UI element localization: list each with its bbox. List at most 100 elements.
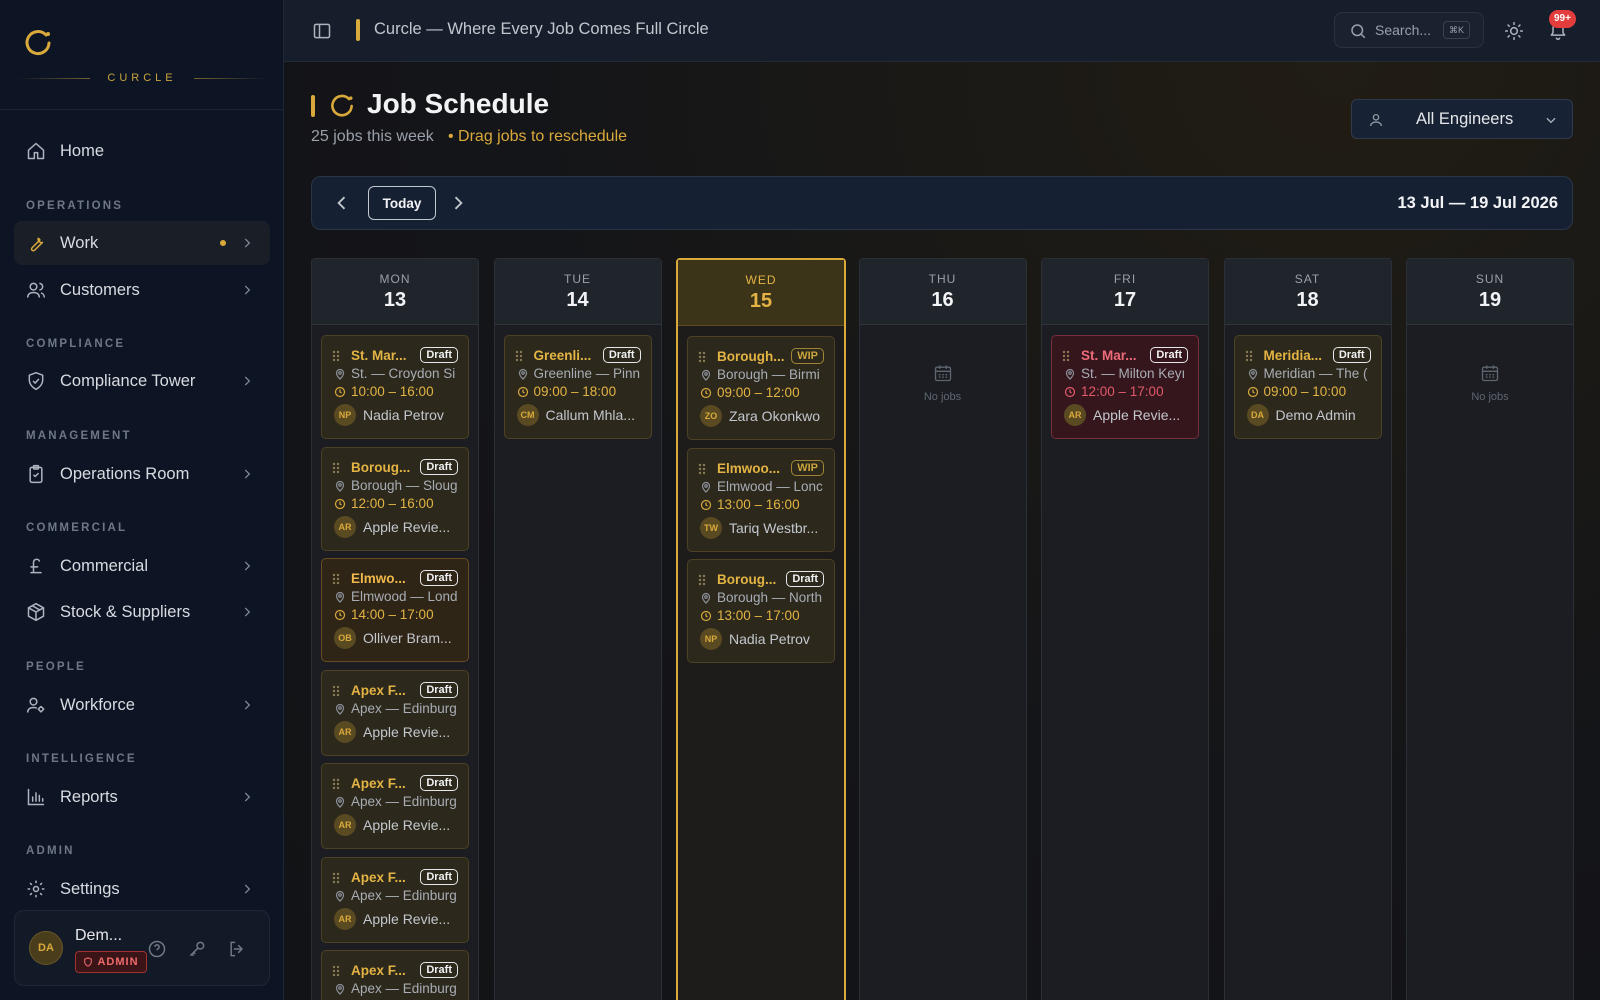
clock-icon xyxy=(1247,386,1258,398)
job-name: Meridia... xyxy=(1263,348,1323,363)
job-card[interactable]: Elmwo... Draft Elmwood — Lond 14:00 – 17:00… xyxy=(321,558,469,662)
home-icon xyxy=(27,142,45,160)
job-card[interactable]: Apex F... Draft Apex — Edinburg xyxy=(321,950,469,1000)
job-location: Borough — Birmi xyxy=(717,367,820,382)
chevron-right-icon xyxy=(244,469,251,479)
users-icon xyxy=(26,282,46,298)
day-name: SAT xyxy=(1294,272,1321,286)
sidebar-item-label: Customers xyxy=(60,280,140,299)
chevron-right-icon xyxy=(244,884,251,894)
sidebar-item-commercial[interactable]: Commercial xyxy=(14,544,270,588)
day-name: MON xyxy=(379,272,411,286)
job-status-badge: Draft xyxy=(420,347,458,363)
user-name: Dem... xyxy=(75,927,123,944)
job-status-badge: WIP xyxy=(791,459,824,476)
sidebar-item-label: Commercial xyxy=(60,556,149,575)
notification-count-badge: 99+ xyxy=(1549,10,1576,28)
shield-icon xyxy=(84,957,93,967)
map-pin-icon xyxy=(701,481,711,493)
no-jobs-placeholder: No jobs xyxy=(1407,363,1573,403)
sidebar-toggle-icon[interactable] xyxy=(312,21,332,41)
job-card[interactable]: Elmwoo... WIP Elmwood — Lonc 13:00 – 16:00 T… xyxy=(687,447,835,552)
day-column-wed: WED 15 Borough... WIP Borough — Birmi 09:00 –… xyxy=(676,258,846,1000)
day-name: THU xyxy=(928,272,957,286)
job-status-badge: Draft xyxy=(602,347,641,363)
user-icon xyxy=(1370,114,1382,127)
map-pin-icon xyxy=(518,368,527,380)
map-pin-icon xyxy=(701,592,711,604)
day-header: THU 16 xyxy=(859,259,1026,325)
clock-icon xyxy=(700,610,712,622)
map-pin-icon xyxy=(1248,368,1257,380)
sidebar-item-stock-suppliers[interactable]: Stock & Suppliers xyxy=(14,590,270,634)
drag-handle-icon xyxy=(332,778,340,790)
next-week-button[interactable] xyxy=(448,193,468,213)
job-card[interactable]: Apex F... Draft Apex — Edinburg AR Apple Rev… xyxy=(321,669,469,756)
job-card[interactable]: Boroug... Draft Borough — Sloug 12:00 – 16:… xyxy=(321,446,469,551)
brand: CURCLE xyxy=(0,0,284,110)
calendar-icon xyxy=(1481,365,1499,382)
job-status-badge: Draft xyxy=(420,962,458,978)
chevron-right-icon xyxy=(244,561,251,571)
previous-week-button[interactable] xyxy=(332,193,352,213)
job-card[interactable]: Boroug... Draft Borough — North 13:00 – 17:… xyxy=(687,559,835,663)
job-name: Apex F... xyxy=(351,869,406,885)
day-header: SUN 19 xyxy=(1407,259,1573,325)
title-accent xyxy=(356,19,360,41)
app-title: Curcle — Where Every Job Comes Full Circ… xyxy=(374,20,709,38)
key-icon[interactable] xyxy=(187,939,207,959)
help-icon[interactable] xyxy=(147,939,167,959)
job-time: 09:00 – 10:00 xyxy=(1263,384,1347,399)
sidebar-item-customers[interactable]: Customers xyxy=(14,268,270,312)
job-location: Apex — Edinburg xyxy=(351,700,457,716)
role-label: ADMIN xyxy=(97,956,139,968)
day-header: SAT 18 xyxy=(1224,259,1391,325)
engineer-name: Nadia Petrov xyxy=(363,407,444,423)
page-title: Job Schedule xyxy=(367,88,550,119)
day-column-fri: FRI 17 St. Mar... Draft St. — Milton Keyı 12:… xyxy=(1041,258,1209,1000)
sidebar-item-work[interactable]: Work xyxy=(14,221,270,265)
job-location: Elmwood — Lonc xyxy=(717,478,823,494)
job-status-badge: Draft xyxy=(420,570,458,586)
day-column-sun: SUN 19 No jobs xyxy=(1406,258,1574,1000)
sidebar-item-settings[interactable]: Settings xyxy=(14,867,270,911)
sidebar-item-label: Settings xyxy=(60,879,120,898)
job-card[interactable]: Apex F... Draft Apex — Edinburg AR Apple Rev… xyxy=(321,856,469,943)
sidebar-item-home[interactable]: Home xyxy=(14,129,270,173)
job-card[interactable]: Apex F... Draft Apex — Edinburg AR Apple Rev… xyxy=(321,763,469,849)
day-name: FRI xyxy=(1113,272,1137,286)
job-card[interactable]: Borough... WIP Borough — Birmi 09:00 – 12:0… xyxy=(687,336,835,440)
sidebar-item-compliance-tower[interactable]: Compliance Tower xyxy=(14,359,270,403)
avatar[interactable]: DA xyxy=(29,931,63,965)
engineer-name: Nadia Petrov xyxy=(729,631,810,647)
logout-icon[interactable] xyxy=(227,939,247,959)
engineer-name: Apple Revie... xyxy=(1093,407,1181,423)
user-cog-icon xyxy=(26,697,45,713)
day-number: 18 xyxy=(1296,289,1319,311)
theme-toggle-sun-icon[interactable] xyxy=(1504,21,1524,41)
job-card[interactable]: St. Mar... Draft St. — Milton Keyı 12:00 – … xyxy=(1051,335,1199,439)
clock-icon xyxy=(334,609,346,621)
job-card[interactable]: Greenli... Draft Greenline — Pinn 09:00 – 1… xyxy=(503,335,652,439)
chevron-right-icon xyxy=(244,792,251,802)
sidebar: CURCLE Home OPERATIONS Work Customers CO… xyxy=(0,0,284,1000)
engineer-name: Zara Okonkwo xyxy=(729,408,821,424)
job-time: 14:00 – 17:00 xyxy=(351,607,434,622)
sidebar-item-reports[interactable]: Reports xyxy=(14,775,270,819)
calendar-icon xyxy=(934,365,951,382)
sidebar-item-operations-room[interactable]: Operations Room xyxy=(14,452,270,496)
engineer-name: Apple Revie... xyxy=(363,723,451,740)
search-icon xyxy=(1351,24,1366,39)
sidebar-item-label: Operations Room xyxy=(60,464,190,483)
day-header: WED 15 xyxy=(678,260,844,326)
section-label-people: PEOPLE xyxy=(26,661,86,673)
job-name: Apex F... xyxy=(351,682,406,698)
engineer-avatar: AR xyxy=(334,814,356,836)
job-card[interactable]: St. Mar... Draft St. — Croydon Si 10:00 – 1… xyxy=(321,335,469,439)
today-button[interactable]: Today xyxy=(368,186,436,220)
engineer-filter-select[interactable]: All Engineers xyxy=(1351,99,1573,139)
sidebar-item-workforce[interactable]: Workforce xyxy=(14,683,270,727)
clock-icon xyxy=(700,387,712,399)
search-box[interactable]: Search... ⌘K xyxy=(1334,12,1484,48)
job-card[interactable]: Meridia... Draft Meridian — The (09:00 – 1… xyxy=(1233,335,1382,439)
